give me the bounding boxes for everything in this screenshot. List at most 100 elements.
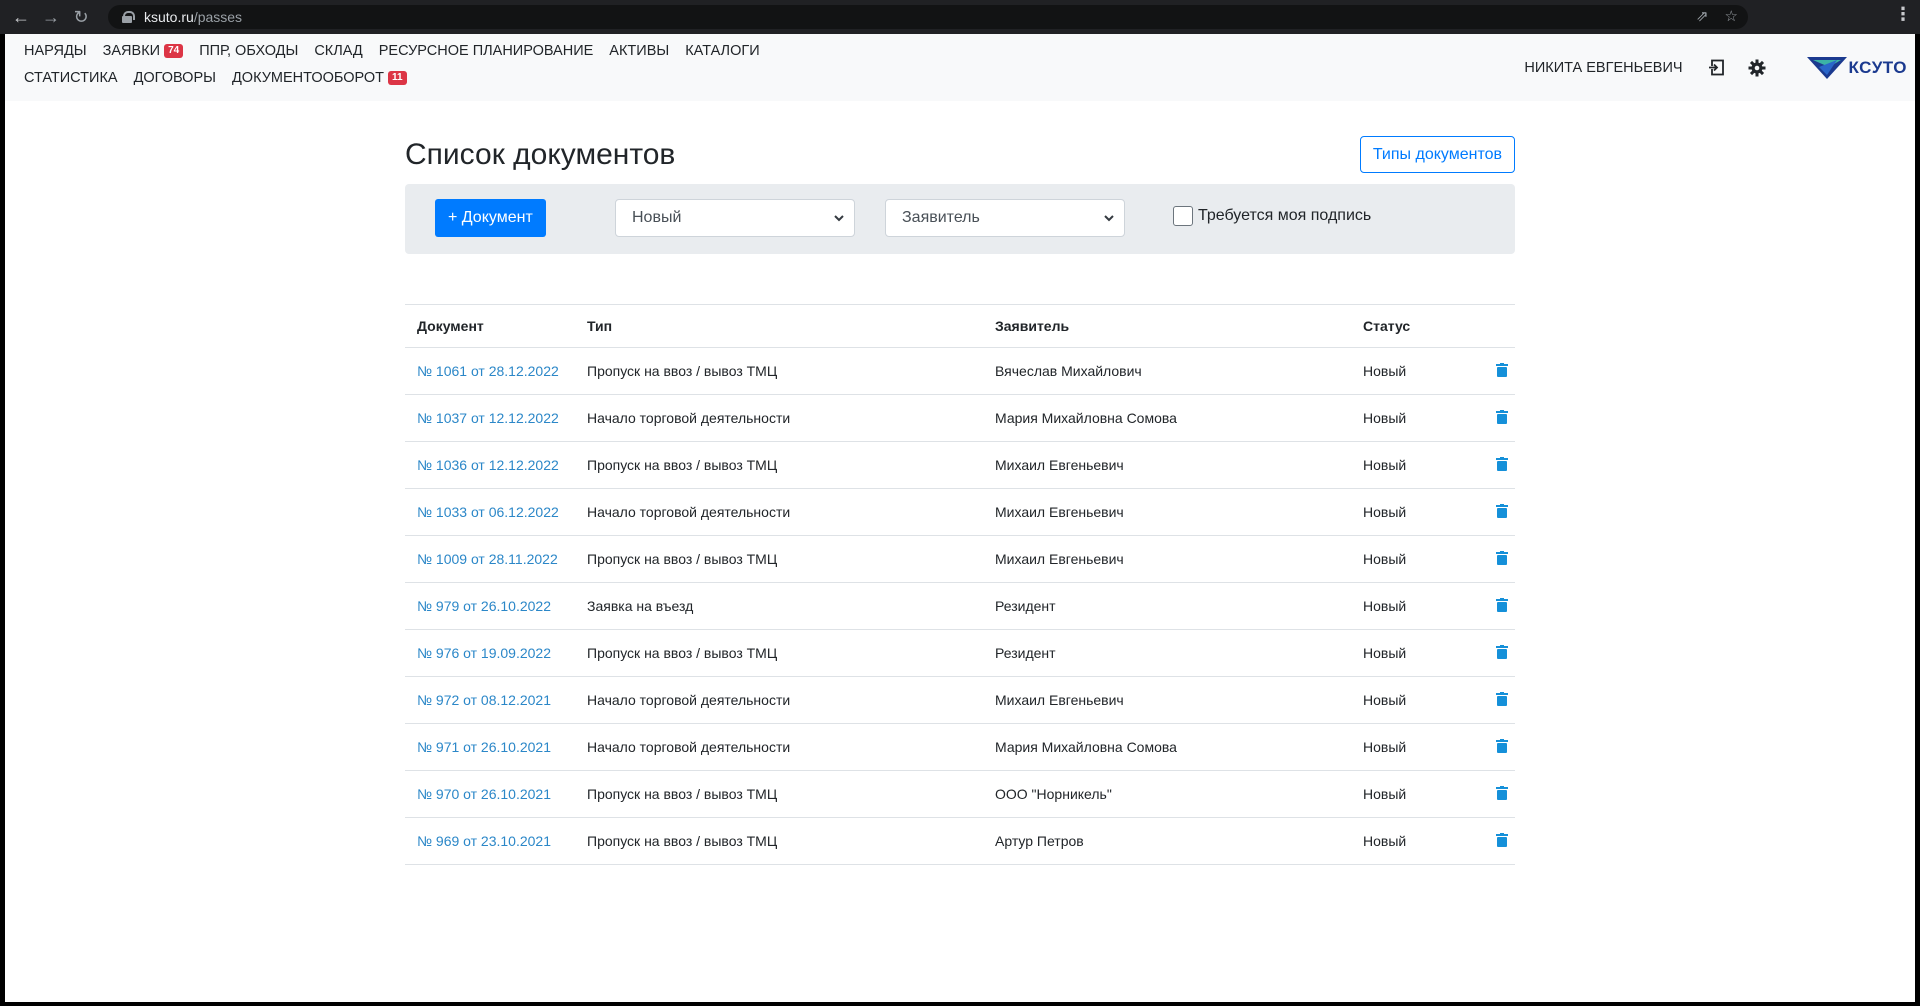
trash-icon[interactable] [1496,456,1508,471]
add-document-button[interactable]: + Документ [435,199,546,237]
logout-icon[interactable] [1707,58,1727,78]
address-bar[interactable]: ksuto.ru /passes ⇗ ☆ [108,5,1748,29]
status-cell: Новый [1351,629,1461,677]
doc-cell: № 1061 от 28.12.2022 [405,347,575,395]
ksuto-logo[interactable]: КСУТО [1806,55,1907,81]
type-cell: Пропуск на ввоз / вывоз ТМЦ [575,770,983,818]
doc-cell: № 971 от 26.10.2021 [405,723,575,771]
type-cell: Пропуск на ввоз / вывоз ТМЦ [575,347,983,395]
document-link[interactable]: № 972 от 08.12.2021 [417,692,551,708]
table-row: № 1037 от 12.12.2022 Начало торговой деят… [405,394,1515,442]
nav-item-dokumentooborot[interactable]: ДОКУМЕНТООБОРОТ 11 [232,69,407,87]
doc-cell: № 1036 от 12.12.2022 [405,441,575,489]
trash-icon[interactable] [1496,503,1508,518]
reload-icon[interactable]: ↻ [66,2,96,32]
gear-icon[interactable] [1747,58,1767,78]
trash-icon[interactable] [1496,691,1508,706]
doc-cell: № 1009 от 28.11.2022 [405,535,575,583]
nav-item-aktivy[interactable]: АКТИВЫ [609,42,669,60]
table-row: № 970 от 26.10.2021 Пропуск на ввоз / выв… [405,770,1515,818]
document-link[interactable]: № 970 от 26.10.2021 [417,786,551,802]
table-row: № 969 от 23.10.2021 Пропуск на ввоз / выв… [405,817,1515,865]
applicant-cell: Михаил Евгеньевич [983,535,1351,583]
actions-cell [1461,582,1515,630]
nav-item-statistika[interactable]: СТАТИСТИКА [24,69,118,87]
table-row: № 979 от 26.10.2022 Заявка на въезд Резиде… [405,582,1515,630]
status-select[interactable]: Новый [615,199,855,237]
trash-icon[interactable] [1496,738,1508,753]
star-icon[interactable]: ☆ [1725,7,1738,25]
trash-icon[interactable] [1496,597,1508,612]
nav-item-zayavki[interactable]: ЗАЯВКИ 74 [103,42,184,60]
applicant-select-value: Заявитель [902,209,980,226]
document-link[interactable]: № 1061 от 28.12.2022 [417,363,559,379]
document-link[interactable]: № 971 от 26.10.2021 [417,739,551,755]
nav-item-label: ДОКУМЕНТООБОРОТ [231,70,385,86]
status-select-value: Новый [632,209,682,226]
nav-item-dogovory[interactable]: ДОГОВОРЫ [134,69,216,87]
status-cell: Новый [1351,723,1461,771]
trash-icon[interactable] [1496,832,1508,847]
nav-item-ppr[interactable]: ППР, ОБХОДЫ [199,42,298,60]
document-link[interactable]: № 1037 от 12.12.2022 [417,410,559,426]
actions-cell [1461,535,1515,583]
status-cell: Новый [1351,488,1461,536]
nav-item-label: СКЛАД [314,43,363,59]
document-link[interactable]: № 969 от 23.10.2021 [417,833,551,849]
nav-item-sklad[interactable]: СКЛАД [314,42,362,60]
column-header-status: Статус [1351,304,1461,348]
trash-icon[interactable] [1496,409,1508,424]
type-cell: Пропуск на ввоз / вывоз ТМЦ [575,441,983,489]
nav-item-resource-planning[interactable]: РЕСУРСНОЕ ПЛАНИРОВАНИЕ [379,42,594,60]
nav-item-label: ДОГОВОРЫ [133,70,216,86]
user-name[interactable]: НИКИТА ЕВГЕНЬЕВИЧ [1524,60,1682,76]
actions-cell [1461,441,1515,489]
status-cell: Новый [1351,394,1461,442]
page-title: Список документов [405,138,676,171]
count-badge: 74 [164,44,184,58]
column-header-applicant: Заявитель [983,304,1351,348]
signature-checkbox-label: Требуется моя подпись [1198,207,1372,224]
url-host: ksuto.ru [144,9,194,25]
chevron-down-icon [834,215,844,222]
column-header-type: Тип [575,304,983,348]
applicant-cell: Михаил Евгеньевич [983,488,1351,536]
document-types-button[interactable]: Типы документов [1359,136,1515,173]
back-arrow-icon[interactable]: ← [6,2,36,32]
document-link[interactable]: № 1036 от 12.12.2022 [417,457,559,473]
type-cell: Начало торговой деятельности [575,488,983,536]
share-icon[interactable]: ⇗ [1696,7,1709,25]
table-header-row: Документ Тип Заявитель Статус [405,304,1515,348]
status-cell: Новый [1351,770,1461,818]
trash-icon[interactable] [1496,362,1508,377]
trash-icon[interactable] [1496,550,1508,565]
main-menu: НАРЯДЫ ЗАЯВКИ 74 ППР, ОБХОДЫ СКЛАД РЕСУРС… [24,42,884,87]
trash-icon[interactable] [1496,785,1508,800]
table-row: № 972 от 08.12.2021 Начало торговой деяте… [405,676,1515,724]
nav-item-label: АКТИВЫ [609,43,670,59]
nav-item-naryady[interactable]: НАРЯДЫ [24,42,87,60]
applicant-cell: Резидент [983,629,1351,677]
actions-cell [1461,629,1515,677]
forward-arrow-icon[interactable]: → [36,2,66,32]
document-link[interactable]: № 1009 от 28.11.2022 [417,551,558,567]
document-link[interactable]: № 976 от 19.09.2022 [417,645,551,661]
status-cell: Новый [1351,817,1461,865]
applicant-cell: Резидент [983,582,1351,630]
browser-menu-icon[interactable]: ⋮ [1894,4,1912,25]
signature-checkbox[interactable] [1173,206,1193,226]
filter-bar: + Документ Новый Заявитель Требуется моя… [405,184,1515,254]
document-link[interactable]: № 979 от 26.10.2022 [417,598,551,614]
actions-cell [1461,488,1515,536]
status-cell: Новый [1351,347,1461,395]
applicant-cell: Михаил Евгеньевич [983,676,1351,724]
logo-text: КСУТО [1848,57,1907,77]
doc-cell: № 970 от 26.10.2021 [405,770,575,818]
trash-icon[interactable] [1496,644,1508,659]
document-link[interactable]: № 1033 от 06.12.2022 [417,504,559,520]
nav-item-katalogi[interactable]: КАТАЛОГИ [685,42,759,60]
signature-required-filter[interactable]: Требуется моя подпись [1173,206,1371,226]
count-badge: 11 [388,71,407,85]
doc-cell: № 1033 от 06.12.2022 [405,488,575,536]
applicant-select[interactable]: Заявитель [885,199,1125,237]
